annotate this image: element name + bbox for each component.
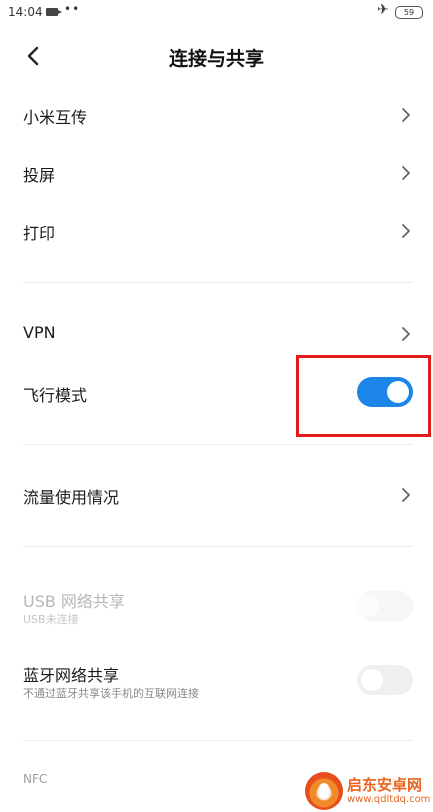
battery-level: 59 xyxy=(403,8,415,17)
list-item-label: 蓝牙网络共享 xyxy=(23,666,120,685)
list-item-print[interactable]: 打印 xyxy=(0,202,433,260)
list-item-subtitle: 不通过蓝牙共享该手机的互联网连接 xyxy=(23,687,199,700)
watermark: 启东安卓网 www.qdltdq.com xyxy=(305,772,433,812)
list-item-label: VPN xyxy=(23,323,56,342)
list-item-bluetooth-tethering: 蓝牙网络共享 不通过蓝牙共享该手机的互联网连接 xyxy=(0,652,433,712)
page-title: 连接与共享 xyxy=(168,48,264,70)
list-item-mi-share[interactable]: 小米互传 xyxy=(0,86,433,144)
list-item-data-usage[interactable]: 流量使用情况 xyxy=(0,466,433,524)
watermark-logo-icon xyxy=(305,772,343,810)
divider xyxy=(23,740,413,741)
chevron-right-icon xyxy=(402,327,410,341)
toggle-knob xyxy=(357,595,379,617)
chevron-right-icon xyxy=(402,108,410,122)
divider xyxy=(23,444,413,445)
divider xyxy=(23,282,413,283)
list-item-label: 投屏 xyxy=(23,166,56,185)
bluetooth-tethering-toggle[interactable] xyxy=(357,665,413,695)
section-header-nfc: NFC xyxy=(23,772,48,786)
divider xyxy=(23,546,413,547)
watermark-url: www.qdltdq.com xyxy=(347,794,431,805)
notification-dots: •• xyxy=(64,2,81,16)
list-item-cast[interactable]: 投屏 xyxy=(0,144,433,202)
chevron-right-icon xyxy=(402,166,410,180)
usb-tethering-toggle xyxy=(357,591,413,621)
list-item-label: USB 网络共享 xyxy=(23,592,125,611)
watermark-title: 启东安卓网 xyxy=(347,776,423,794)
toggle-knob xyxy=(361,669,383,691)
battery-icon: 59 xyxy=(395,6,423,19)
chevron-right-icon xyxy=(402,224,410,238)
video-camera-icon xyxy=(46,8,62,16)
status-bar: 14:04 •• ✈ 59 xyxy=(0,0,433,26)
header: 连接与共享 xyxy=(0,30,433,84)
list-item-label: 飞行模式 xyxy=(23,386,88,405)
list-item-label: 小米互传 xyxy=(23,108,88,127)
status-time: 14:04 xyxy=(8,5,43,19)
airplane-icon: ✈ xyxy=(377,2,389,18)
list-item-label: 打印 xyxy=(23,224,56,243)
highlight-annotation xyxy=(296,355,431,437)
list-item-subtitle: USB未连接 xyxy=(23,613,79,626)
list-item-usb-tethering: USB 网络共享 USB未连接 xyxy=(0,578,433,638)
chevron-right-icon xyxy=(402,488,410,502)
list-item-label: 流量使用情况 xyxy=(23,488,120,507)
